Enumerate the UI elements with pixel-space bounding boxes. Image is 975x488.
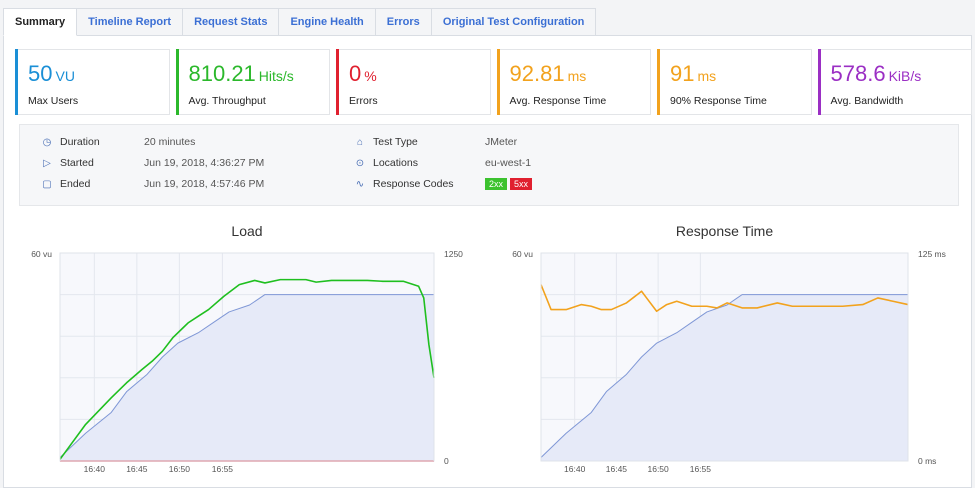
response-code-5xx-badge[interactable]: 5xx: [510, 178, 533, 190]
metric-value: 810.21 Hits/s: [189, 62, 330, 88]
metric-unit: %: [364, 68, 377, 84]
play-icon: ▷: [43, 157, 51, 169]
response-time-chart: 16:40 16:45 16:50 16:55 60 vu 125 ms 0 ms: [512, 249, 946, 474]
tag-icon: ⌂: [356, 136, 364, 148]
y-right-axis-top-label: 1250: [444, 249, 463, 259]
tab-timeline-report[interactable]: Timeline Report: [77, 8, 184, 36]
x-tick-label: 16:45: [126, 464, 148, 474]
metric-value: 0%: [349, 62, 490, 88]
metric-card-avg-response-time: 92.81 ms Avg. Response Time: [496, 49, 651, 115]
metric-accent-bar: [657, 49, 660, 115]
tab-engine-health[interactable]: Engine Health: [279, 8, 376, 36]
metric-card-90-response-time: 91 ms 90% Response Time: [657, 49, 812, 115]
metric-card-errors: 0% Errors: [336, 49, 491, 115]
detail-response-codes: ∿ Response Codes 2xx 5xx: [353, 176, 535, 192]
x-tick-label: 16:45: [606, 464, 628, 474]
test-details: ◷ Duration 20 minutes ▷ Started Jun 19, …: [19, 124, 959, 206]
detail-key: Duration: [60, 136, 100, 148]
metric-card-avg-bandwidth: 578.6 KiB/s Avg. Bandwidth: [817, 49, 972, 115]
metric-label: Errors: [349, 95, 378, 107]
metric-cards: 50 VU Max Users 810.21 Hits/s Avg. Through…: [15, 49, 972, 115]
metric-value: 91 ms: [670, 62, 811, 88]
metric-number: 91: [670, 61, 695, 86]
detail-ended: ▢ Ended Jun 19, 2018, 4:57:46 PM: [40, 176, 264, 192]
load-chart: 16:40 16:45 16:50 16:55 60 vu 1250 0: [31, 249, 463, 474]
clock-icon: ◷: [42, 136, 52, 148]
metric-label: 90% Response Time: [670, 95, 767, 107]
detail-key: Ended: [60, 178, 91, 190]
x-tick-label: 16:50: [169, 464, 191, 474]
metric-number: 810.21: [188, 61, 256, 86]
metric-accent-bar: [496, 49, 500, 115]
detail-key: Test Type: [373, 136, 418, 148]
metric-number: 50: [28, 61, 53, 86]
x-tick-label: 16:40: [564, 464, 586, 474]
metric-card-max-users: 50 VU Max Users: [15, 49, 170, 115]
y-right-axis-bottom-label: 0: [444, 456, 449, 466]
detail-duration: ◷ Duration 20 minutes: [40, 134, 196, 150]
metric-label: Avg. Bandwidth: [830, 95, 904, 107]
detail-value: Jun 19, 2018, 4:36:27 PM: [144, 157, 265, 169]
pulse-icon: ∿: [355, 178, 365, 190]
detail-locations: ⊙ Locations eu-west-1: [353, 155, 531, 171]
metric-label: Avg. Throughput: [188, 95, 266, 107]
metric-label: Avg. Response Time: [509, 95, 607, 107]
metric-number: 0: [349, 61, 362, 86]
y-left-axis-label: 60 vu: [512, 249, 533, 259]
metric-value: 50 VU: [28, 62, 169, 88]
response-code-2xx-badge[interactable]: 2xx: [485, 178, 508, 190]
metric-unit: ms: [567, 68, 587, 84]
load-chart-title: Load: [231, 223, 263, 239]
metric-value: 92.81 ms: [510, 62, 651, 88]
tab-request-stats[interactable]: Request Stats: [183, 8, 280, 36]
metric-accent-bar: [175, 49, 179, 115]
detail-started: ▷ Started Jun 19, 2018, 4:36:27 PM: [40, 155, 264, 171]
x-tick-label: 16:40: [84, 464, 106, 474]
report-tabs: Summary Timeline Report Request Stats En…: [3, 8, 597, 36]
metric-accent-bar: [15, 49, 18, 115]
detail-key: Started: [60, 157, 94, 169]
x-tick-label: 16:55: [690, 464, 712, 474]
metric-number: 578.6: [830, 61, 886, 86]
metric-unit: Hits/s: [258, 68, 294, 84]
metric-unit: ms: [697, 68, 717, 84]
tab-summary[interactable]: Summary: [3, 8, 78, 36]
metric-unit: KiB/s: [888, 68, 922, 84]
x-tick-label: 16:50: [647, 464, 669, 474]
metric-number: 92.81: [509, 61, 565, 86]
metric-unit: VU: [55, 68, 75, 84]
detail-test-type: ⌂ Test Type JMeter: [353, 134, 517, 150]
y-right-axis-bottom-label: 0 ms: [918, 456, 936, 466]
metric-accent-bar: [817, 49, 821, 115]
metric-label: Max Users: [28, 95, 79, 107]
metric-card-avg-throughput: 810.21 Hits/s Avg. Throughput: [175, 49, 330, 115]
report-page: Summary Timeline Report Request Stats En…: [0, 0, 975, 488]
detail-key: Locations: [373, 157, 418, 169]
detail-value: Jun 19, 2018, 4:57:46 PM: [144, 178, 265, 190]
tab-errors[interactable]: Errors: [375, 8, 432, 36]
detail-value: 20 minutes: [144, 136, 196, 148]
location-pin-icon: ⊙: [355, 157, 365, 169]
metric-value: 578.6 KiB/s: [831, 62, 972, 88]
y-left-axis-label: 60 vu: [31, 249, 52, 259]
stop-icon: ▢: [42, 178, 52, 190]
x-tick-label: 16:55: [212, 464, 234, 474]
tab-original-test-configuration[interactable]: Original Test Configuration: [431, 8, 597, 36]
detail-value: eu-west-1: [485, 157, 532, 169]
response-time-chart-title: Response Time: [675, 223, 774, 239]
metric-accent-bar: [336, 49, 339, 115]
y-right-axis-top-label: 125 ms: [918, 249, 946, 259]
detail-key: Response Codes: [373, 178, 454, 190]
detail-value: JMeter: [485, 136, 518, 148]
